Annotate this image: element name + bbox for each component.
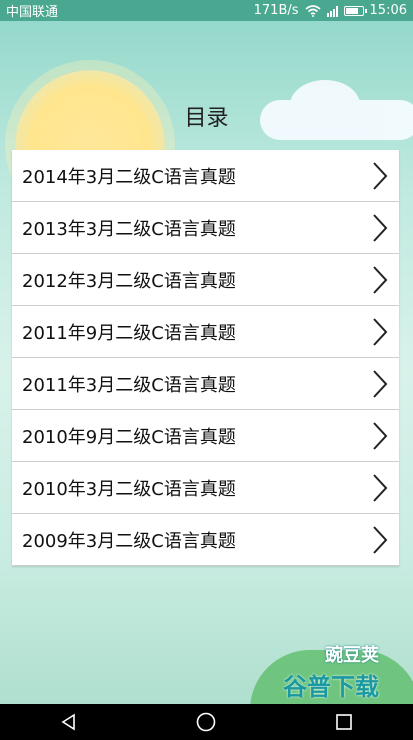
chevron-right-icon: [373, 161, 388, 190]
chevron-right-icon: [373, 473, 388, 502]
list-item-label: 2010年3月二级C语言真题: [22, 478, 236, 500]
list-item[interactable]: 2012年3月二级C语言真题: [12, 254, 399, 306]
system-nav-bar: [0, 704, 413, 740]
chevron-right-icon: [373, 421, 388, 450]
watermark: 豌豆荚 谷普下载: [283, 641, 379, 702]
wifi-icon: [305, 4, 321, 17]
home-button[interactable]: [191, 710, 221, 734]
recent-square-icon: [336, 714, 352, 730]
page-title: 目录: [184, 106, 229, 131]
recent-apps-button[interactable]: [329, 710, 359, 734]
list-item-label: 2009年3月二级C语言真题: [22, 530, 236, 552]
home-circle-icon: [197, 712, 216, 732]
chevron-right-icon: [373, 213, 388, 242]
list-item-label: 2011年3月二级C语言真题: [22, 374, 236, 396]
list-item[interactable]: 2013年3月二级C语言真题: [12, 202, 399, 254]
list-item-label: 2013年3月二级C语言真题: [22, 218, 236, 240]
clock: 15:06: [369, 3, 407, 18]
list-item[interactable]: 2011年9月二级C语言真题: [12, 306, 399, 358]
back-button[interactable]: [54, 710, 84, 734]
back-triangle-icon: [61, 713, 75, 731]
list-item[interactable]: 2010年9月二级C语言真题: [12, 410, 399, 462]
watermark-line2: 谷普下载: [283, 673, 379, 701]
chevron-right-icon: [373, 525, 388, 554]
list-item-label: 2011年9月二级C语言真题: [22, 322, 236, 344]
watermark-line1: 豌豆荚: [325, 645, 379, 666]
list-item[interactable]: 2010年3月二级C语言真题: [12, 462, 399, 514]
carrier-label: 中国联通: [6, 5, 59, 20]
list-item[interactable]: 2014年3月二级C语言真题: [12, 150, 399, 202]
chevron-right-icon: [373, 265, 388, 294]
battery-icon: [343, 5, 367, 16]
chevron-right-icon: [373, 317, 388, 346]
list-item-label: 2014年3月二级C语言真题: [22, 166, 236, 188]
status-icons: 171B/s 15:06: [254, 3, 407, 18]
list-item-label: 2010年9月二级C语言真题: [22, 426, 236, 448]
network-speed: 171B/s: [253, 3, 299, 18]
list-item-label: 2012年3月二级C语言真题: [22, 270, 236, 292]
list-item[interactable]: 2011年3月二级C语言真题: [12, 358, 399, 410]
chevron-right-icon: [373, 369, 388, 398]
signal-icon: [326, 5, 338, 17]
catalog-list: 2014年3月二级C语言真题 2013年3月二级C语言真题 2012年3月二级C…: [12, 150, 399, 566]
status-bar: 中国联通 171B/s 15:06: [0, 0, 413, 21]
list-item[interactable]: 2009年3月二级C语言真题: [12, 514, 399, 566]
